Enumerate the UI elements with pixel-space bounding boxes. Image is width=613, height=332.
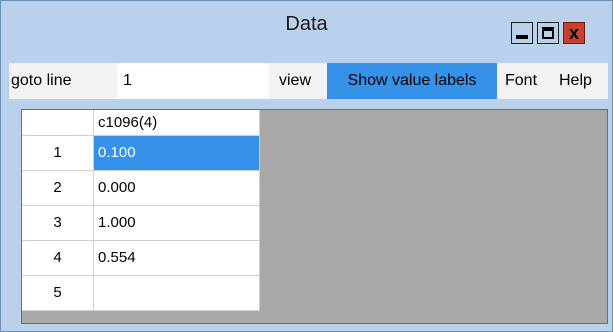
row-header[interactable]: 1 <box>22 136 94 171</box>
data-cell[interactable]: 0.554 <box>94 241 260 276</box>
data-grid: c1096(4) 1 0.100 2 0.000 3 1.000 4 0.554… <box>22 110 260 311</box>
minimize-icon <box>516 35 528 39</box>
table-row: 3 1.000 <box>22 206 260 241</box>
data-grid-area[interactable]: c1096(4) 1 0.100 2 0.000 3 1.000 4 0.554… <box>21 109 608 324</box>
close-icon: x <box>568 23 579 43</box>
data-cell[interactable] <box>94 276 260 311</box>
table-row: 4 0.554 <box>22 241 260 276</box>
show-value-labels-toggle[interactable]: Show value labels <box>327 63 497 99</box>
grid-corner[interactable] <box>22 110 94 136</box>
row-header[interactable]: 2 <box>22 171 94 206</box>
goto-line-label: goto line <box>11 72 72 89</box>
data-cell[interactable]: 1.000 <box>94 206 260 241</box>
table-row: 5 <box>22 276 260 311</box>
row-header[interactable]: 3 <box>22 206 94 241</box>
column-header[interactable]: c1096(4) <box>94 110 260 136</box>
title-bar[interactable]: Data x <box>1 1 612 51</box>
menu-item-view[interactable]: view <box>279 63 311 99</box>
maximize-button[interactable] <box>537 22 559 44</box>
close-button[interactable]: x <box>563 22 585 44</box>
data-cell[interactable]: 0.100 <box>94 136 260 171</box>
goto-line-input[interactable]: 1 <box>117 63 269 99</box>
menu-item-font[interactable]: Font <box>505 63 537 99</box>
menu-bar: goto line 1 view Show value labels Font … <box>9 63 608 99</box>
grid-header-row: c1096(4) <box>22 110 260 136</box>
row-header[interactable]: 4 <box>22 241 94 276</box>
maximize-icon <box>542 27 554 39</box>
row-header[interactable]: 5 <box>22 276 94 311</box>
table-row: 1 0.100 <box>22 136 260 171</box>
minimize-button[interactable] <box>511 22 533 44</box>
data-window: Data x goto line 1 view Show value label… <box>0 0 613 332</box>
data-cell[interactable]: 0.000 <box>94 171 260 206</box>
menu-item-help[interactable]: Help <box>559 63 592 99</box>
table-row: 2 0.000 <box>22 171 260 206</box>
